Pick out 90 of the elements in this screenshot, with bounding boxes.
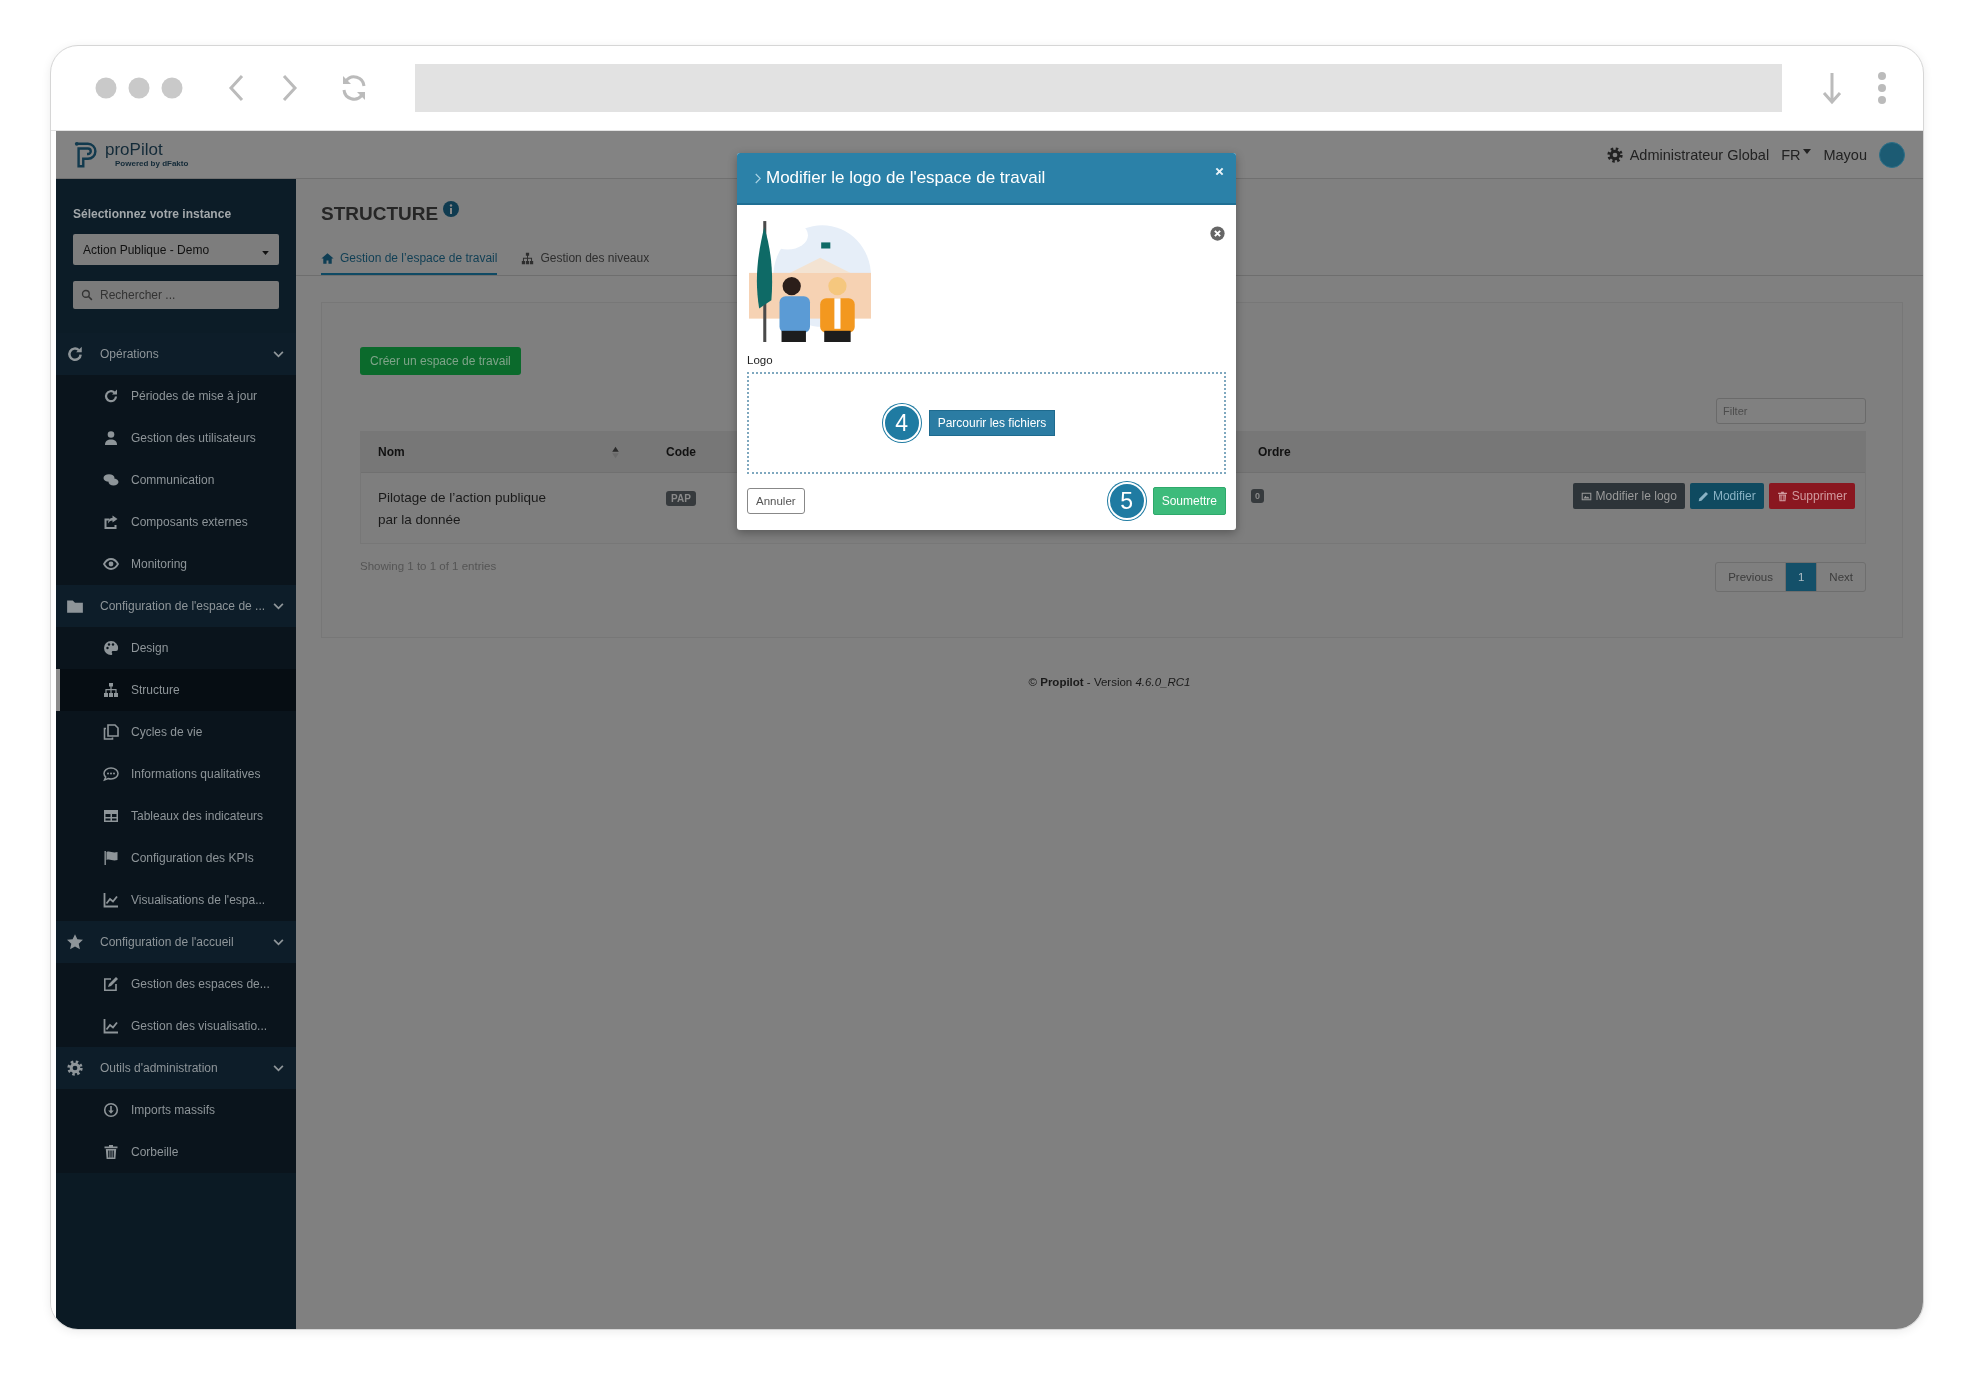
instance-dropdown[interactable]: Action Publique - Demo [73, 234, 279, 265]
sitemap-icon [103, 682, 119, 698]
menu-item[interactable]: Corbeille [56, 1131, 296, 1173]
modal-title: Modifier le logo de l'espace de travail [766, 168, 1047, 188]
pencil-icon [1697, 490, 1709, 502]
column-header[interactable]: Ordre [1258, 445, 1291, 459]
chevron-icon [273, 938, 284, 946]
column-header[interactable]: Nom [378, 445, 405, 459]
menu-group[interactable]: Outils d'administration [56, 1047, 296, 1089]
menu-item[interactable]: Gestion des espaces de... [56, 963, 296, 1005]
comment-icon [103, 766, 119, 782]
star-icon [66, 933, 84, 951]
cancel-button[interactable]: Annuler [747, 488, 805, 514]
window-controls-icon[interactable] [95, 76, 185, 100]
image-icon [1580, 490, 1592, 502]
menu-item[interactable]: Périodes de mise à jour [56, 375, 296, 417]
gear-icon [66, 1059, 84, 1077]
chevron-icon [273, 350, 284, 358]
menu-item[interactable]: Gestion des utilisateurs [56, 417, 296, 459]
download-arrow-icon[interactable] [1822, 71, 1842, 105]
chat-icon [103, 472, 119, 488]
step-badge: 4 [882, 404, 921, 442]
palette-icon [103, 640, 119, 656]
caret-icon [262, 250, 269, 255]
menu-item[interactable]: Visualisations de l'espa... [56, 879, 296, 921]
menu-item[interactable]: Gestion des visualisatio... [56, 1005, 296, 1047]
sitemap-icon [521, 251, 535, 265]
chevron-icon [273, 602, 284, 610]
trash-icon [103, 1144, 119, 1160]
chevron-icon [273, 1064, 284, 1072]
instance-label: Sélectionnez votre instance [73, 207, 233, 221]
brand-name: proPilot [105, 141, 164, 159]
menu-item[interactable]: Cycles de vie [56, 711, 296, 753]
browse-button[interactable]: Parcourir les fichiers [928, 410, 1056, 436]
chevron-icon [755, 172, 761, 184]
menu-item[interactable]: Configuration des KPIs [56, 837, 296, 879]
action-button[interactable]: Modifier le logo [1572, 483, 1685, 509]
menu-item[interactable]: Design [56, 627, 296, 669]
tab[interactable]: Gestion des niveaux [521, 251, 650, 275]
step-badge: 5 [1107, 482, 1146, 520]
menu-item[interactable]: Informations qualitatives [56, 753, 296, 795]
more-menu-icon[interactable] [1877, 71, 1887, 105]
search-field[interactable]: Rechercher ... [73, 281, 279, 309]
folder-icon [66, 597, 84, 615]
caret-icon [1803, 149, 1812, 154]
order-badge: 0 [1251, 489, 1264, 503]
drop-zone[interactable]: 4 Parcourir les fichiers [747, 372, 1226, 474]
sort-icon[interactable] [612, 445, 619, 459]
info-icon[interactable] [443, 201, 460, 217]
trash-icon [1776, 490, 1788, 502]
close-icon[interactable] [1215, 166, 1224, 176]
action-button[interactable]: Supprimer [1768, 483, 1855, 509]
action-button[interactable]: Modifier [1689, 483, 1764, 509]
field-label: Logo [747, 354, 774, 366]
gear-icon [1605, 145, 1624, 164]
menu-item[interactable]: Communication [56, 459, 296, 501]
address-bar[interactable] [415, 64, 1782, 112]
brand-tagline: Powered by dFakto [115, 159, 189, 168]
edit-icon [103, 976, 119, 992]
home-icon [321, 251, 334, 265]
copy-icon [103, 724, 119, 740]
role-link[interactable]: Administrateur Global [1629, 146, 1770, 163]
page-title: STRUCTURE [321, 203, 439, 225]
user-icon [103, 430, 119, 446]
refresh-icon [66, 345, 84, 363]
share-icon [103, 514, 119, 530]
menu-item[interactable]: Tableaux des indicateurs [56, 795, 296, 837]
page-button[interactable]: 1 [1784, 563, 1817, 591]
chart-icon [103, 1018, 119, 1034]
menu-group[interactable]: Configuration de l'accueil [56, 921, 296, 963]
refresh-icon [103, 388, 119, 404]
table-cell-text: Pilotage de l’action publique par la donnée [378, 489, 548, 529]
menu-group[interactable]: Configuration de l'espace de ... [56, 585, 296, 627]
column-header[interactable]: Code [666, 445, 696, 459]
code-badge: PAP [666, 491, 696, 506]
footer-text: © Propilot - Version 4.6.0_RC1 [1028, 676, 1191, 688]
flag-icon [103, 850, 119, 866]
table-icon [103, 808, 119, 824]
user-name[interactable]: Mayou [1823, 146, 1867, 163]
language-dropdown[interactable]: FR [1781, 146, 1812, 163]
chart-icon [103, 892, 119, 908]
avatar[interactable] [1879, 141, 1905, 168]
menu-item[interactable]: Composants externes [56, 501, 296, 543]
menu-item[interactable]: Monitoring [56, 543, 296, 585]
menu-item[interactable]: Imports massifs [56, 1089, 296, 1131]
eye-icon [103, 556, 119, 572]
menu-item[interactable]: Structure [56, 669, 296, 711]
menu-group[interactable]: Opérations [56, 333, 296, 375]
remove-icon[interactable] [1210, 226, 1225, 241]
download-icon [103, 1102, 119, 1118]
